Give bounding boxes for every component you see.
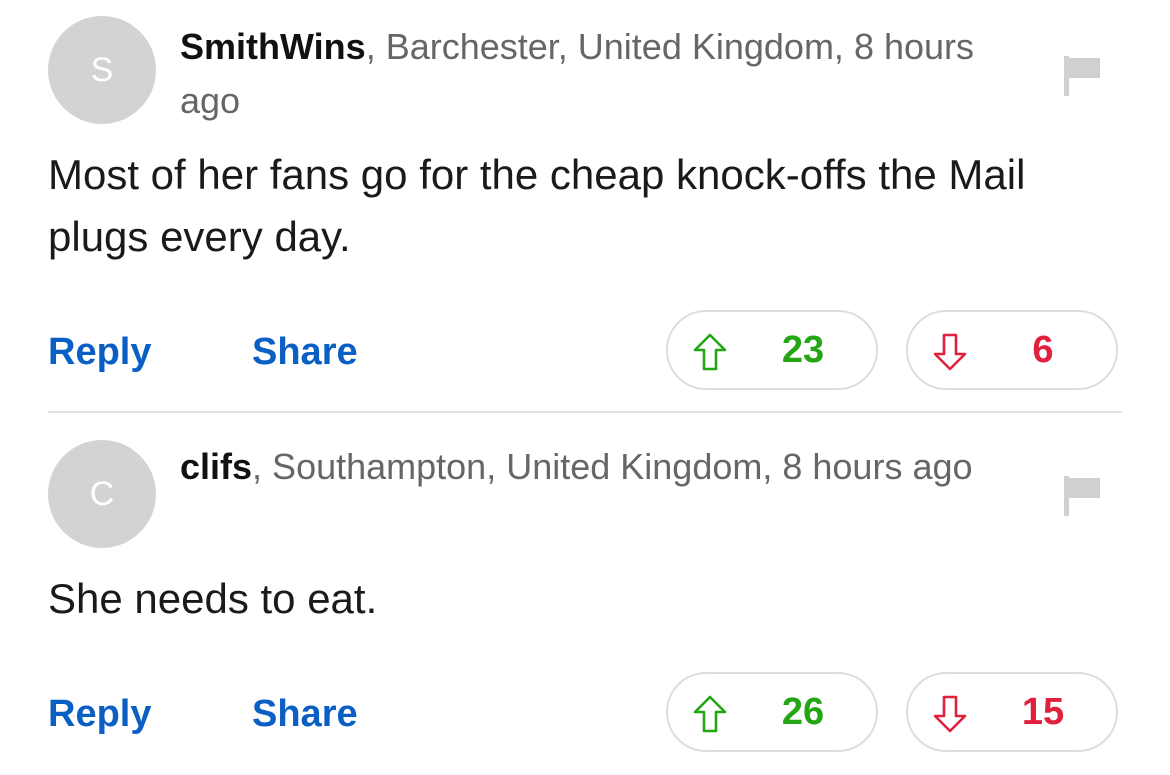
arrow-down-icon xyxy=(933,695,967,733)
downvote-count: 6 xyxy=(1032,329,1054,371)
comment-meta: clifs, Southampton, United Kingdom, 8 ho… xyxy=(180,440,1000,494)
reply-button[interactable]: Reply xyxy=(48,310,151,394)
flag-icon[interactable] xyxy=(1062,472,1102,516)
share-button[interactable]: Share xyxy=(252,310,358,394)
comment-item: S SmithWins, Barchester, United Kingdom,… xyxy=(48,16,1122,412)
comment-location-time: , Southampton, United Kingdom, 8 hours a… xyxy=(252,446,973,487)
avatar: C xyxy=(48,440,156,548)
comment-divider xyxy=(48,411,1122,413)
comment-username[interactable]: SmithWins xyxy=(180,26,366,67)
comment-item: C clifs, Southampton, United Kingdom, 8 … xyxy=(48,414,1122,775)
share-button[interactable]: Share xyxy=(252,672,358,756)
comment-actions: Reply Share 26 15 xyxy=(48,672,1122,756)
flag-icon[interactable] xyxy=(1062,52,1102,96)
comment-meta: SmithWins, Barchester, United Kingdom, 8… xyxy=(180,20,1000,128)
upvote-count: 23 xyxy=(781,329,825,371)
upvote-button[interactable]: 26 xyxy=(666,672,878,752)
arrow-down-icon xyxy=(933,333,967,371)
downvote-count: 15 xyxy=(1021,691,1065,733)
comment-text: Most of her fans go for the cheap knock-… xyxy=(48,151,1026,260)
comment-actions: Reply Share 23 6 xyxy=(48,310,1122,394)
arrow-up-icon xyxy=(693,695,727,733)
downvote-button[interactable]: 6 xyxy=(906,310,1118,390)
reply-button[interactable]: Reply xyxy=(48,672,151,756)
upvote-button[interactable]: 23 xyxy=(666,310,878,390)
comment-username[interactable]: clifs xyxy=(180,446,252,487)
comment-text: She needs to eat. xyxy=(48,575,378,622)
avatar: S xyxy=(48,16,156,124)
arrow-up-icon xyxy=(693,333,727,371)
upvote-count: 26 xyxy=(781,691,825,733)
downvote-button[interactable]: 15 xyxy=(906,672,1118,752)
